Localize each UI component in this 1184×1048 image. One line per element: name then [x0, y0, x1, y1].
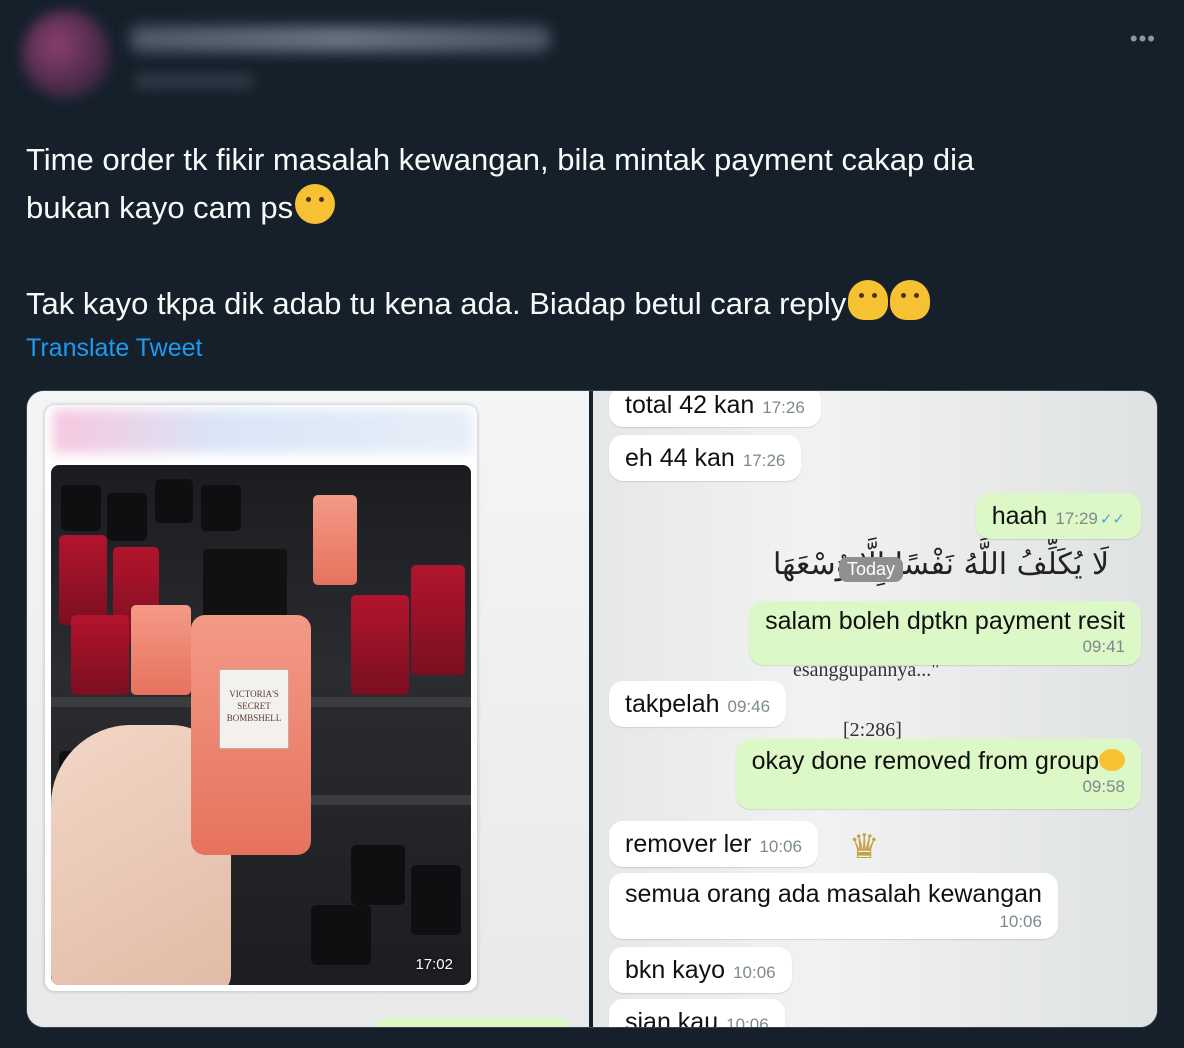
tweet-line-2: bukan kayo cam ps: [26, 190, 294, 225]
message-bubble[interactable]: sian kau 10:06: [609, 999, 785, 1028]
tweet-line-1: Time order tk fikir masalah kewangan, bi…: [26, 142, 975, 177]
message-text: remover ler: [625, 830, 752, 858]
bottle-label: VICTORIA'S SECRET BOMBSHELL: [219, 669, 289, 749]
message-text: semua orang ada masalah kewangan: [625, 880, 1042, 908]
message-bubble[interactable]: total 42 kan 17:26: [609, 391, 821, 427]
sender-header-blurred: [53, 409, 473, 453]
avatar[interactable]: [22, 10, 110, 98]
melting-face-emoji-icon: [848, 280, 889, 320]
tweet-text: Time order tk fikir masalah kewangan, bi…: [26, 136, 1146, 328]
message-bubble[interactable]: okay done removed from group 09:58: [735, 739, 1141, 809]
saluting-face-emoji-icon: [1099, 749, 1125, 771]
photo-timestamp: 17:02: [415, 956, 453, 973]
display-name-blurred[interactable]: [130, 26, 550, 52]
bottle: [61, 485, 101, 531]
message-text: bkn kayo: [625, 956, 726, 984]
message-text: eh 44 kan: [625, 444, 735, 472]
message-bubble[interactable]: salam boleh dptkn payment resit 09:41: [749, 601, 1141, 665]
message-text: total 42 kan: [625, 391, 755, 419]
message-time: 10:06: [726, 1015, 769, 1028]
message-time: 17:26: [762, 398, 805, 417]
message-time: 17:29: [1055, 509, 1098, 528]
bottle: [59, 535, 107, 625]
message-text: okay done removed from group: [751, 747, 1099, 775]
perfume-photo[interactable]: VICTORIA'S SECRET BOMBSHELL 17:02: [51, 465, 471, 985]
chat-wallpaper-arabic: لَا يُكَلِّفُ اللَّهُ نَفْسًا إِلَّا وُس…: [773, 547, 1110, 582]
message-time: 09:46: [727, 697, 771, 716]
message-time: 09:58: [1082, 777, 1125, 796]
bottle: [201, 485, 241, 531]
media-grid[interactable]: VICTORIA'S SECRET BOMBSHELL 17:02 لَا يُ…: [26, 390, 1158, 1028]
message-bubble[interactable]: takpelah 09:46: [609, 681, 787, 727]
bottle: [311, 905, 371, 965]
tweet-line-3: Tak kayo tkpa dik adab tu kena ada. Biad…: [26, 286, 847, 321]
message-text: haah: [991, 502, 1048, 530]
message-time: 17:26: [742, 451, 786, 470]
bottle: [411, 865, 461, 935]
message-time: 09:41: [1082, 637, 1125, 656]
bottle: [411, 565, 465, 675]
bottle: [107, 493, 147, 541]
message-bubble[interactable]: semua orang ada masalah kewangan 10:06: [609, 873, 1058, 939]
message-text: salam boleh dptkn payment resit: [765, 607, 1125, 635]
bottle: [71, 615, 129, 695]
cap: [203, 549, 287, 621]
bottle: [313, 495, 357, 585]
outgoing-bubble-peek: [375, 1017, 571, 1027]
bottle: [131, 605, 191, 695]
message-time: 10:06: [999, 912, 1042, 931]
message-text: takpelah: [625, 690, 720, 718]
bottle: [351, 845, 405, 905]
more-options-icon[interactable]: •••: [1130, 26, 1156, 52]
message-bubble[interactable]: haah 17:29 ✓✓: [975, 493, 1141, 539]
translate-tweet-link[interactable]: Translate Tweet: [26, 334, 202, 363]
handle-blurred[interactable]: [134, 72, 254, 90]
media-right-pane[interactable]: لَا يُكَلِّفُ اللَّهُ نَفْسًا إِلَّا وُس…: [593, 391, 1157, 1028]
message-text: sian kau: [625, 1008, 719, 1028]
message-bubble[interactable]: remover ler 10:06: [609, 821, 818, 867]
message-time: 10:06: [759, 837, 802, 856]
bottle: [155, 479, 193, 523]
sneezing-face-emoji-icon: [295, 184, 336, 224]
melting-face-emoji-icon: [890, 280, 931, 320]
message-bubble[interactable]: eh 44 kan 17:26: [609, 435, 802, 481]
crown-icon: ♛: [849, 828, 880, 866]
today-chip: Today: [839, 557, 904, 582]
read-receipt-icon: ✓✓: [1099, 511, 1125, 528]
media-left-pane[interactable]: VICTORIA'S SECRET BOMBSHELL 17:02: [27, 391, 589, 1027]
photo-message-card[interactable]: VICTORIA'S SECRET BOMBSHELL 17:02: [45, 405, 477, 991]
message-bubble[interactable]: bkn kayo 10:06: [609, 947, 792, 993]
message-time: 10:06: [733, 963, 776, 982]
bottle: [351, 595, 409, 695]
